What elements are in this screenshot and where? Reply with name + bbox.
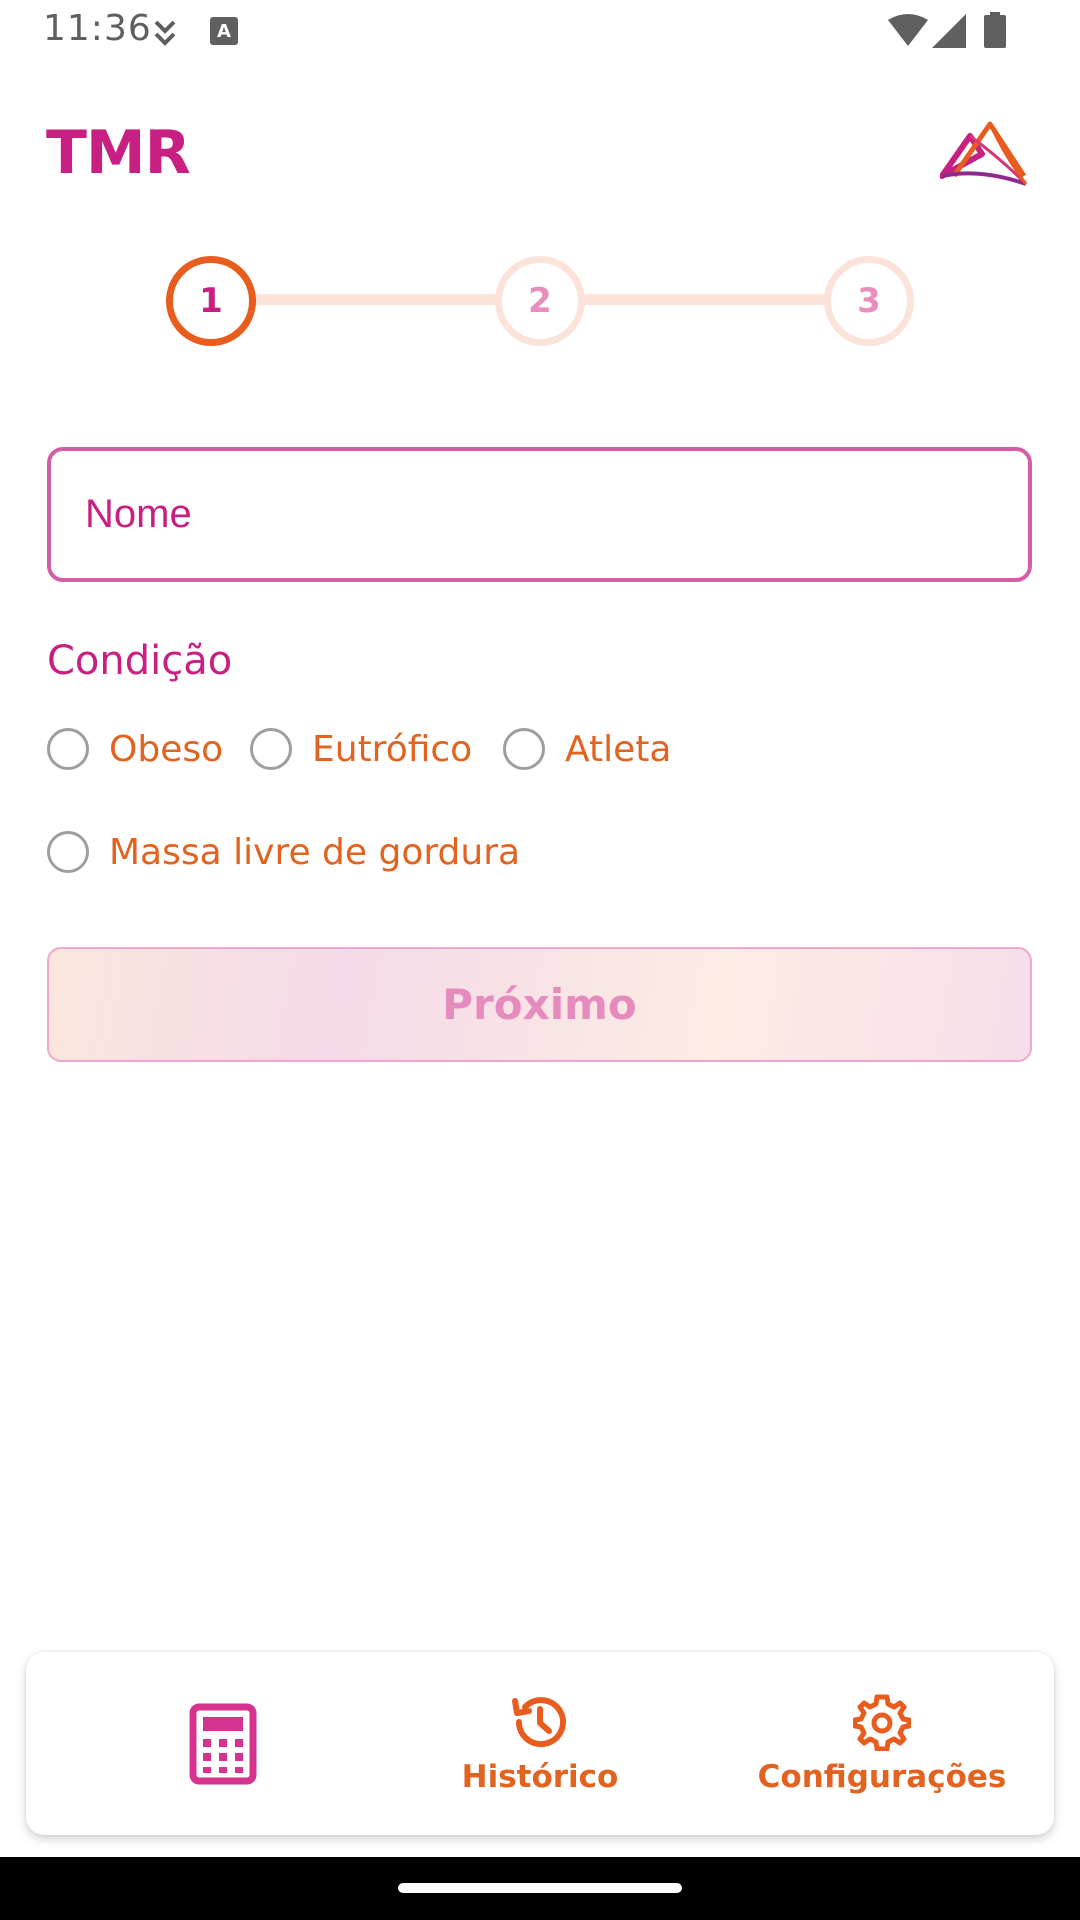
radio-label: Obeso xyxy=(109,728,224,770)
status-time: 11:36 xyxy=(43,8,152,49)
stepper-line xyxy=(585,294,845,305)
nav-history-label: Histórico xyxy=(461,1758,619,1795)
data-saver-icon xyxy=(154,20,176,46)
logo-icon xyxy=(940,121,1028,186)
svg-text:A: A xyxy=(217,21,231,42)
condition-label: Condição xyxy=(47,638,233,684)
radio-button[interactable] xyxy=(250,728,292,770)
name-input[interactable] xyxy=(47,447,1032,582)
step-3[interactable]: 3 xyxy=(824,256,914,346)
gear-icon xyxy=(853,1694,911,1751)
signal-icon xyxy=(932,14,966,48)
nav-settings[interactable]: Configurações xyxy=(711,1652,1053,1835)
radio-button[interactable] xyxy=(47,728,89,770)
radio-massa-livre[interactable]: Massa livre de gordura xyxy=(47,831,520,873)
keyboard-icon: A xyxy=(210,17,238,45)
nav-settings-label: Configurações xyxy=(757,1758,1007,1795)
radio-button[interactable] xyxy=(503,728,545,770)
radio-label: Eutrófico xyxy=(312,728,473,770)
radio-obeso[interactable]: Obeso xyxy=(47,728,223,770)
battery-icon xyxy=(984,12,1006,48)
wifi-icon xyxy=(888,14,928,46)
history-icon xyxy=(512,1696,566,1747)
app-title: TMR xyxy=(46,118,191,188)
home-indicator[interactable] xyxy=(398,1883,682,1893)
nav-calculator[interactable] xyxy=(52,1652,394,1835)
step-1[interactable]: 1 xyxy=(166,256,256,346)
nav-history[interactable]: Histórico xyxy=(369,1652,711,1835)
radio-button[interactable] xyxy=(47,831,89,873)
calculator-icon xyxy=(189,1703,257,1784)
page: 11:36 A TMR 1 2 3 Condição xyxy=(0,0,1080,1920)
radio-label: Massa livre de gordura xyxy=(109,831,521,873)
status-bar: 11:36 A xyxy=(0,0,1080,62)
bottom-nav: Histórico Configurações xyxy=(26,1652,1054,1835)
radio-eutrofico[interactable]: Eutrófico xyxy=(250,728,472,770)
radio-atleta[interactable]: Atleta xyxy=(503,728,671,770)
step-2[interactable]: 2 xyxy=(495,256,585,346)
stepper-line xyxy=(255,294,515,305)
radio-label: Atleta xyxy=(565,728,672,770)
next-button[interactable]: Próximo xyxy=(47,947,1032,1062)
